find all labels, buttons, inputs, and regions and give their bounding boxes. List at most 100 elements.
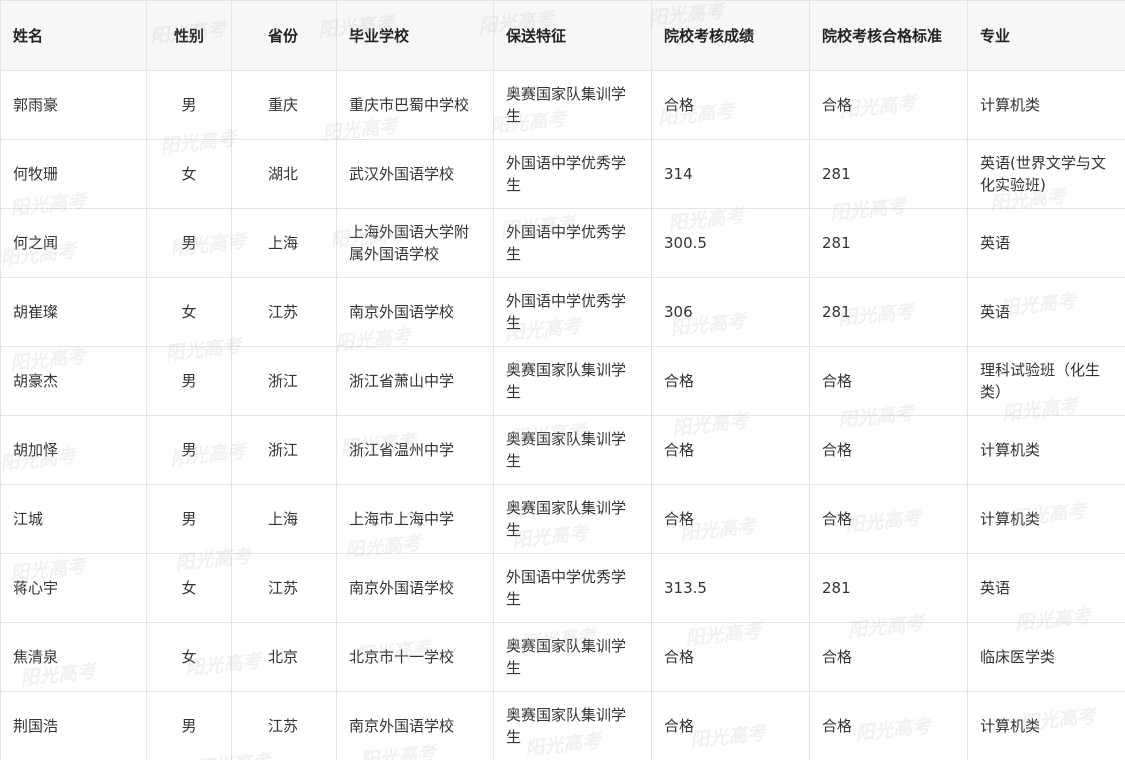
- school-cell: 南京外国语学校: [336, 691, 494, 760]
- province-cell: 湖北: [231, 139, 337, 209]
- header-gender: 性别: [146, 0, 232, 71]
- school-cell: 武汉外国语学校: [336, 139, 494, 209]
- feature-cell: 奥赛国家队集训学生: [493, 691, 652, 760]
- score-cell: 300.5: [651, 208, 810, 278]
- name-cell: 焦清泉: [0, 622, 147, 692]
- major-cell: 英语: [967, 208, 1125, 278]
- major-cell: 英语: [967, 553, 1125, 623]
- gender-cell: 男: [146, 208, 232, 278]
- standard-cell: 合格: [809, 415, 968, 485]
- name-cell: 何之闻: [0, 208, 147, 278]
- header-feature: 保送特征: [493, 0, 652, 71]
- feature-cell: 外国语中学优秀学生: [493, 553, 652, 623]
- header-name: 姓名: [0, 0, 147, 71]
- score-cell: 313.5: [651, 553, 810, 623]
- table-row: 郭雨豪男重庆 重庆市巴蜀中学校 奥赛国家队集训学生 合格 合格 计算机类: [0, 70, 1125, 140]
- major-cell: 英语: [967, 277, 1125, 347]
- feature-cell: 外国语中学优秀学生: [493, 139, 652, 209]
- header-standard: 院校考核合格标准: [809, 0, 968, 71]
- gender-cell: 女: [146, 139, 232, 209]
- name-cell: 郭雨豪: [0, 70, 147, 140]
- province-cell: 浙江: [231, 415, 337, 485]
- gender-cell: 男: [146, 691, 232, 760]
- province-cell: 江苏: [231, 277, 337, 347]
- school-cell: 重庆市巴蜀中学校: [336, 70, 494, 140]
- gender-cell: 女: [146, 277, 232, 347]
- standard-cell: 合格: [809, 691, 968, 760]
- major-cell: 计算机类: [967, 484, 1125, 554]
- table-row: 胡崔璨女江苏 南京外国语学校 外国语中学优秀学生 306 281 英语: [0, 277, 1125, 347]
- standard-cell: 合格: [809, 70, 968, 140]
- table-row: 何牧珊女湖北 武汉外国语学校 外国语中学优秀学生 314 281 英语(世界文学与文化实验…: [0, 139, 1125, 209]
- header-major: 专业: [967, 0, 1125, 71]
- score-cell: 合格: [651, 691, 810, 760]
- province-cell: 江苏: [231, 691, 337, 760]
- header-score: 院校考核成绩: [651, 0, 810, 71]
- school-cell: 浙江省萧山中学: [336, 346, 494, 416]
- gender-cell: 男: [146, 70, 232, 140]
- score-cell: 314: [651, 139, 810, 209]
- province-cell: 上海: [231, 484, 337, 554]
- standard-cell: 合格: [809, 484, 968, 554]
- score-cell: 306: [651, 277, 810, 347]
- school-cell: 上海外国语大学附属外国语学校: [336, 208, 494, 278]
- province-cell: 重庆: [231, 70, 337, 140]
- gender-cell: 男: [146, 484, 232, 554]
- name-cell: 胡崔璨: [0, 277, 147, 347]
- feature-cell: 外国语中学优秀学生: [493, 277, 652, 347]
- major-cell: 临床医学类: [967, 622, 1125, 692]
- major-cell: 计算机类: [967, 415, 1125, 485]
- feature-cell: 奥赛国家队集训学生: [493, 415, 652, 485]
- feature-cell: 奥赛国家队集训学生: [493, 622, 652, 692]
- province-cell: 北京: [231, 622, 337, 692]
- table-header-row: 姓名 性别 省份 毕业学校 保送特征 院校考核成绩 院校考核合格标准 专业: [0, 0, 1125, 71]
- table-row: 胡豪杰男浙江 浙江省萧山中学 奥赛国家队集训学生 合格 合格 理科试验班（化生类）: [0, 346, 1125, 416]
- header-province: 省份: [231, 0, 337, 71]
- name-cell: 蒋心宇: [0, 553, 147, 623]
- score-cell: 合格: [651, 346, 810, 416]
- school-cell: 上海市上海中学: [336, 484, 494, 554]
- standard-cell: 合格: [809, 622, 968, 692]
- table-row: 蒋心宇女江苏 南京外国语学校 外国语中学优秀学生 313.5 281 英语: [0, 553, 1125, 623]
- gender-cell: 男: [146, 346, 232, 416]
- province-cell: 江苏: [231, 553, 337, 623]
- feature-cell: 奥赛国家队集训学生: [493, 484, 652, 554]
- school-cell: 北京市十一学校: [336, 622, 494, 692]
- gender-cell: 女: [146, 553, 232, 623]
- standard-cell: 281: [809, 277, 968, 347]
- standard-cell: 合格: [809, 346, 968, 416]
- standard-cell: 281: [809, 553, 968, 623]
- feature-cell: 外国语中学优秀学生: [493, 208, 652, 278]
- score-cell: 合格: [651, 622, 810, 692]
- admission-table: 姓名 性别 省份 毕业学校 保送特征 院校考核成绩 院校考核合格标准 专业 郭雨…: [0, 0, 1125, 760]
- major-cell: 理科试验班（化生类）: [967, 346, 1125, 416]
- gender-cell: 男: [146, 415, 232, 485]
- standard-cell: 281: [809, 139, 968, 209]
- table-row: 何之闻男上海 上海外国语大学附属外国语学校 外国语中学优秀学生 300.5 281 英语: [0, 208, 1125, 278]
- table-row: 江城男上海 上海市上海中学 奥赛国家队集训学生 合格 合格 计算机类: [0, 484, 1125, 554]
- table-row: 胡加怿男浙江 浙江省温州中学 奥赛国家队集训学生 合格 合格 计算机类: [0, 415, 1125, 485]
- table-row: 焦清泉女北京 北京市十一学校 奥赛国家队集训学生 合格 合格 临床医学类: [0, 622, 1125, 692]
- score-cell: 合格: [651, 70, 810, 140]
- gender-cell: 女: [146, 622, 232, 692]
- header-school: 毕业学校: [336, 0, 494, 71]
- feature-cell: 奥赛国家队集训学生: [493, 346, 652, 416]
- province-cell: 上海: [231, 208, 337, 278]
- school-cell: 南京外国语学校: [336, 553, 494, 623]
- feature-cell: 奥赛国家队集训学生: [493, 70, 652, 140]
- name-cell: 江城: [0, 484, 147, 554]
- standard-cell: 281: [809, 208, 968, 278]
- name-cell: 胡豪杰: [0, 346, 147, 416]
- score-cell: 合格: [651, 415, 810, 485]
- table-row: 荆国浩男江苏 南京外国语学校 奥赛国家队集训学生 合格 合格 计算机类: [0, 691, 1125, 760]
- score-cell: 合格: [651, 484, 810, 554]
- page: 姓名 性别 省份 毕业学校 保送特征 院校考核成绩 院校考核合格标准 专业 郭雨…: [0, 0, 1125, 760]
- province-cell: 浙江: [231, 346, 337, 416]
- major-cell: 计算机类: [967, 691, 1125, 760]
- name-cell: 胡加怿: [0, 415, 147, 485]
- school-cell: 南京外国语学校: [336, 277, 494, 347]
- name-cell: 荆国浩: [0, 691, 147, 760]
- name-cell: 何牧珊: [0, 139, 147, 209]
- major-cell: 计算机类: [967, 70, 1125, 140]
- major-cell: 英语(世界文学与文化实验班): [967, 139, 1125, 209]
